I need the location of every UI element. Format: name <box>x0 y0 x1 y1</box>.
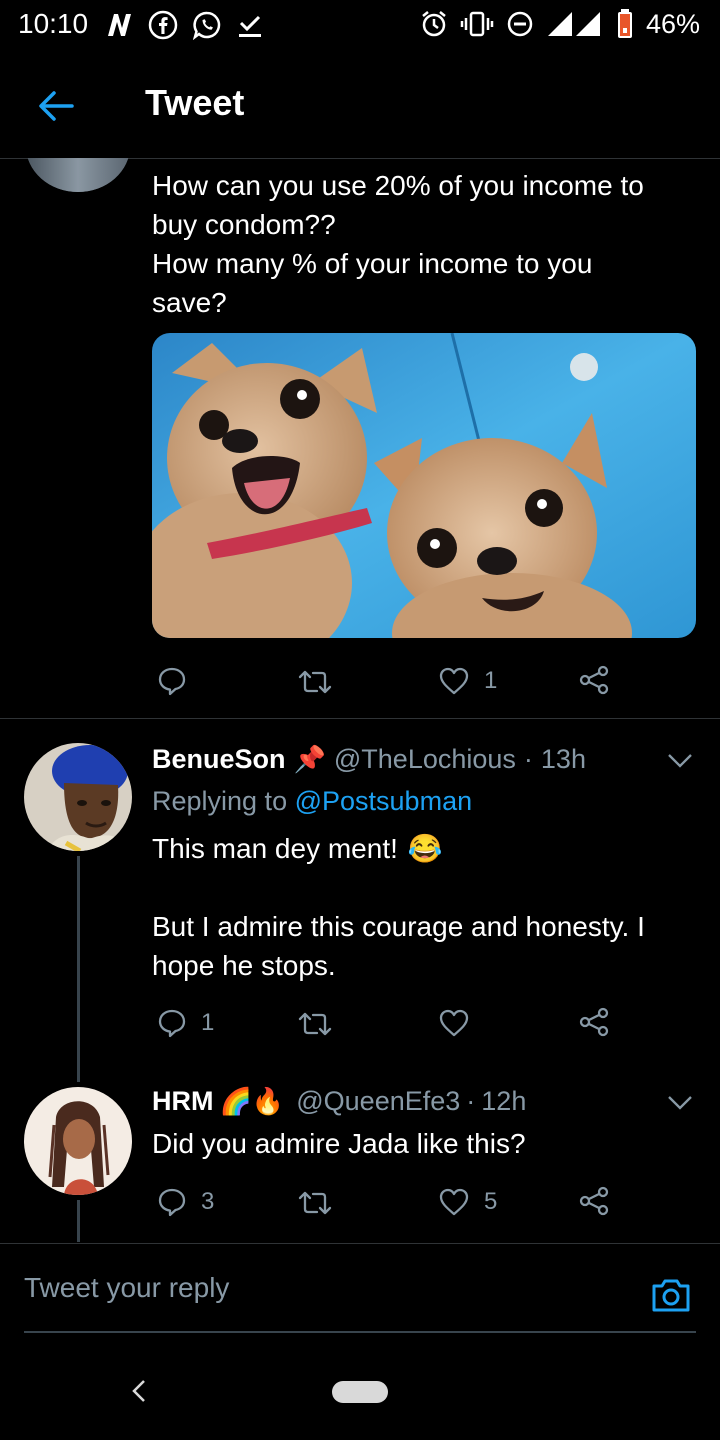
reply-button[interactable] <box>157 666 187 696</box>
reply-text: Did you admire Jada like this? <box>152 1124 697 1163</box>
reply-button[interactable]: 3 <box>157 1187 214 1217</box>
download-check-icon <box>239 15 261 37</box>
author-handle[interactable]: @TheLochious <box>334 744 516 775</box>
reply-text-line: This man dey ment! <box>152 833 398 864</box>
network-type-label: 3G <box>579 11 594 23</box>
top-app-bar: Tweet <box>0 52 720 159</box>
chevron-down-icon[interactable] <box>667 753 693 769</box>
reply-count: 1 <box>201 1009 215 1036</box>
main-tweet-line: buy condom?? <box>152 209 336 240</box>
reply-count: 3 <box>201 1188 215 1215</box>
camera-icon[interactable] <box>650 1274 692 1316</box>
reply-icon <box>158 667 186 696</box>
status-notification-icons <box>104 10 264 40</box>
status-bar: 10:10 3G 46% <box>0 0 720 52</box>
like-count: 5 <box>484 1188 498 1215</box>
reply-icon <box>158 1009 186 1038</box>
heart-icon <box>439 1188 469 1216</box>
reply-avatar-benueson[interactable] <box>24 743 132 851</box>
retweet-button[interactable] <box>298 1189 332 1217</box>
reply-header: BenueSon 📌 @TheLochious · 13h <box>152 744 586 775</box>
reply-text-line: But I admire this courage and honesty. I <box>152 911 645 942</box>
reply-avatar-hrm[interactable] <box>24 1087 132 1195</box>
tweet-divider <box>0 718 720 719</box>
signal-icon: 3G <box>547 11 600 36</box>
like-count: 1 <box>484 667 498 694</box>
thread-connector-line <box>77 1200 80 1242</box>
main-tweet-text: How can you use 20% of you income to buy… <box>152 166 692 322</box>
reply-timestamp: 12h <box>481 1086 527 1116</box>
share-icon <box>579 1186 609 1216</box>
compose-underline <box>24 1331 696 1333</box>
like-button[interactable]: 1 <box>438 666 497 696</box>
page-title: Tweet <box>145 82 245 123</box>
rainbow-fire-emoji-icon: 🌈🔥 <box>219 1086 285 1116</box>
reply-compose-input[interactable]: Tweet your reply <box>24 1272 229 1304</box>
vibrate-icon <box>460 11 494 37</box>
reply-text-line: hope he stops. <box>152 950 336 981</box>
whatsapp-icon <box>192 11 221 40</box>
avatar-photo <box>24 743 132 851</box>
author-name[interactable]: HRM <box>152 1086 214 1117</box>
thread-connector-line <box>77 856 80 1082</box>
reply-timestamp: 13h <box>540 744 586 774</box>
main-tweet-line: How can you use 20% of you income to <box>152 170 644 201</box>
battery-percent: 46% <box>645 8 700 39</box>
retweet-icon <box>298 670 332 694</box>
dnd-icon <box>507 11 533 37</box>
system-home-pill[interactable] <box>332 1381 388 1403</box>
back-arrow-icon[interactable] <box>36 86 76 126</box>
status-system-icons: 3G 46% <box>420 8 700 40</box>
separator-dot: · <box>523 744 533 774</box>
reply-header: HRM 🌈🔥 @QueenEfe3 · 12h <box>152 1086 526 1117</box>
status-time: 10:10 <box>18 8 89 39</box>
system-back-icon[interactable] <box>128 1376 150 1406</box>
like-button[interactable] <box>438 1008 470 1038</box>
share-icon <box>579 665 609 695</box>
two-chihuahuas-photo <box>152 333 696 638</box>
battery-icon <box>617 9 632 38</box>
compose-divider <box>0 1243 720 1244</box>
chevron-down-icon[interactable] <box>667 1095 693 1111</box>
facebook-icon <box>148 10 178 40</box>
share-button[interactable] <box>578 1006 610 1038</box>
share-button[interactable] <box>578 1185 610 1217</box>
alarm-icon <box>422 11 446 37</box>
main-tweet-line: save? <box>152 287 227 318</box>
heart-icon <box>439 1009 469 1037</box>
reply-text: This man dey ment! 😂 But I admire this c… <box>152 829 697 985</box>
separator-dot: · <box>466 1086 476 1116</box>
like-button[interactable]: 5 <box>438 1187 497 1217</box>
replying-to-handle[interactable]: @Postsubman <box>295 786 473 816</box>
reply-text-line: Did you admire Jada like this? <box>152 1128 526 1159</box>
heart-icon <box>439 667 469 695</box>
replying-to-line: Replying to @Postsubman <box>152 786 472 817</box>
n-logo-icon <box>108 14 131 36</box>
author-name[interactable]: BenueSon <box>152 744 286 775</box>
author-handle[interactable]: @QueenEfe3 <box>296 1086 460 1117</box>
retweet-button[interactable] <box>298 1010 332 1038</box>
tweet-media-image[interactable] <box>152 333 696 638</box>
main-tweet-line: How many % of your income to you <box>152 248 593 279</box>
share-button[interactable] <box>578 664 610 696</box>
pushpin-emoji-icon: 📌 <box>293 744 326 774</box>
retweet-button[interactable] <box>298 668 332 696</box>
avatar-photo <box>24 1087 132 1195</box>
replying-to-label: Replying to <box>152 786 288 816</box>
retweet-icon <box>298 1191 332 1215</box>
retweet-icon <box>298 1012 332 1036</box>
tears-of-joy-emoji-icon: 😂 <box>407 833 443 864</box>
reply-icon <box>158 1188 186 1217</box>
reply-button[interactable]: 1 <box>157 1008 214 1038</box>
share-icon <box>579 1007 609 1037</box>
